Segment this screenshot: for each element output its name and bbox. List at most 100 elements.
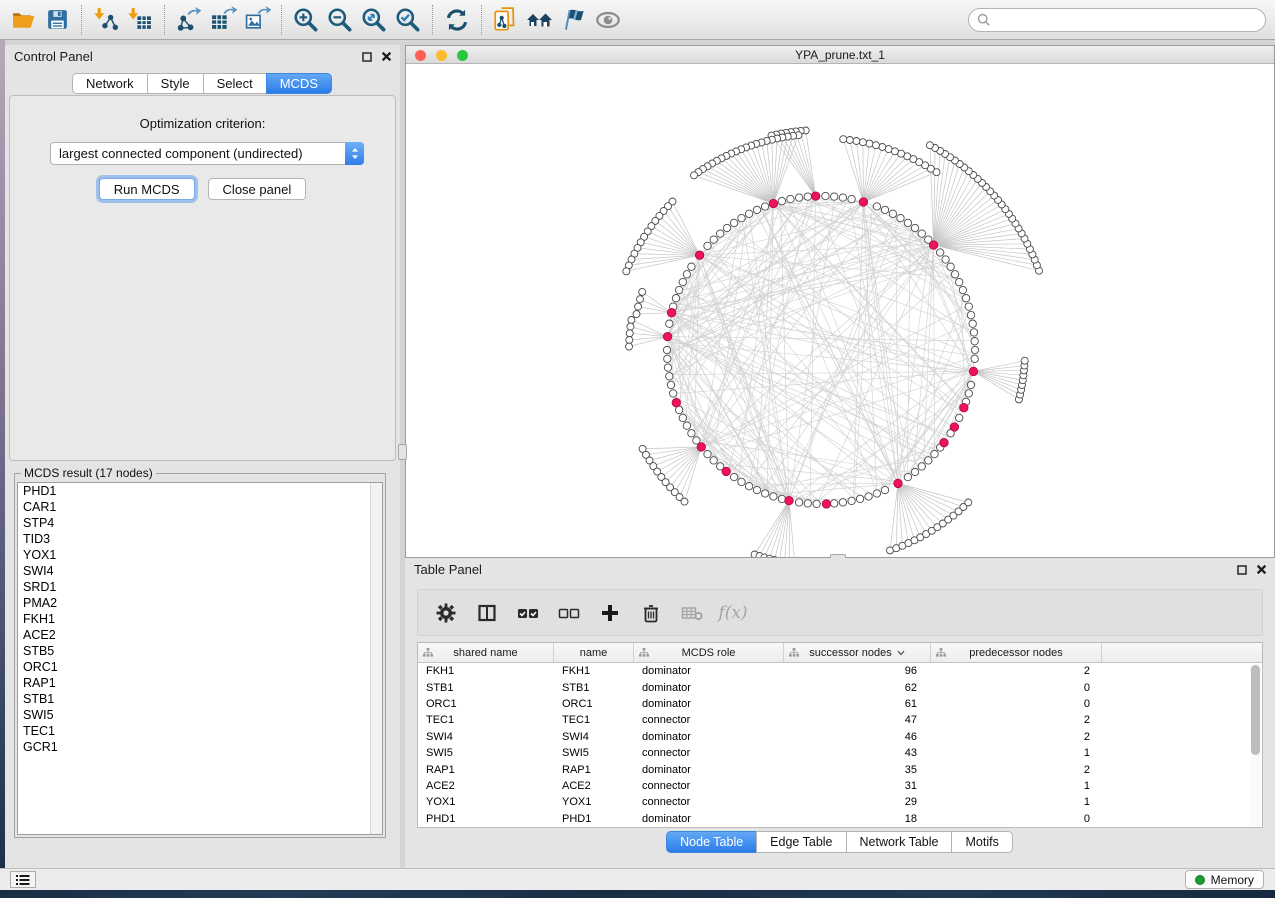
float-panel-icon[interactable] <box>1237 565 1247 575</box>
mcds-result-item[interactable]: STP4 <box>18 515 382 531</box>
network-node[interactable] <box>710 457 717 464</box>
export-image-button[interactable] <box>240 3 274 37</box>
column-header-MCDS-role[interactable]: MCDS role <box>634 643 784 662</box>
open-session-button[interactable] <box>6 3 40 37</box>
mcds-node[interactable] <box>667 309 675 317</box>
delete-table-button[interactable] <box>680 601 704 625</box>
vertical-splitter-handle[interactable] <box>398 444 407 460</box>
network-node[interactable] <box>730 219 737 226</box>
mcds-node[interactable] <box>960 404 968 412</box>
mcds-result-item[interactable]: GCR1 <box>18 739 382 755</box>
network-node[interactable] <box>691 172 698 179</box>
network-node[interactable] <box>795 194 802 201</box>
show-graphics-details-button[interactable] <box>591 3 625 37</box>
hide-graphics-details-button[interactable] <box>557 3 591 37</box>
save-session-button[interactable] <box>40 3 74 37</box>
minimize-window-button[interactable] <box>436 50 447 61</box>
network-node[interactable] <box>753 486 760 493</box>
network-node[interactable] <box>626 343 633 350</box>
network-node[interactable] <box>846 137 853 144</box>
network-node[interactable] <box>730 473 737 480</box>
network-canvas[interactable] <box>406 64 1274 557</box>
column-header-predecessor-nodes[interactable]: predecessor nodes <box>931 643 1102 662</box>
network-node[interactable] <box>745 210 752 217</box>
tab-node-table[interactable]: Node Table <box>666 831 757 853</box>
zoom-out-button[interactable] <box>323 3 357 37</box>
network-node[interactable] <box>840 136 847 143</box>
network-node[interactable] <box>904 473 911 480</box>
mcds-result-item[interactable]: SWI5 <box>18 707 382 723</box>
network-node[interactable] <box>969 320 976 327</box>
mcds-node[interactable] <box>929 241 937 249</box>
tab-mcds[interactable]: MCDS <box>266 73 332 94</box>
network-node[interactable] <box>970 329 977 336</box>
memory-button[interactable]: Memory <box>1185 870 1264 889</box>
table-row[interactable]: PHD1PHD1dominator180 <box>418 811 1262 827</box>
mcds-node[interactable] <box>894 479 902 487</box>
table-scrollbar[interactable] <box>1250 664 1261 826</box>
maximize-window-button[interactable] <box>457 50 468 61</box>
network-node[interactable] <box>664 364 671 371</box>
network-node[interactable] <box>965 303 972 310</box>
network-node[interactable] <box>637 296 644 303</box>
network-node[interactable] <box>866 140 873 147</box>
float-panel-icon[interactable] <box>362 52 372 62</box>
network-node[interactable] <box>853 138 860 145</box>
apply-layout-button[interactable] <box>440 3 474 37</box>
export-network-button[interactable] <box>172 3 206 37</box>
import-network-button[interactable] <box>89 3 123 37</box>
network-node[interactable] <box>956 278 963 285</box>
network-node[interactable] <box>635 303 642 310</box>
mcds-result-item[interactable]: TID3 <box>18 531 382 547</box>
network-window-titlebar[interactable]: YPA_prune.txt_1 <box>406 46 1274 64</box>
network-node[interactable] <box>627 323 634 330</box>
task-history-button[interactable] <box>10 871 36 888</box>
network-node[interactable] <box>679 278 686 285</box>
network-node[interactable] <box>688 263 695 270</box>
mcds-node[interactable] <box>672 399 680 407</box>
table-row[interactable]: TEC1TEC1connector472 <box>418 712 1262 728</box>
network-node[interactable] <box>859 139 866 146</box>
column-header-name[interactable]: name <box>554 643 634 662</box>
network-node[interactable] <box>745 483 752 490</box>
network-node[interactable] <box>881 206 888 213</box>
network-node[interactable] <box>942 256 949 263</box>
mcds-result-item[interactable]: STB5 <box>18 643 382 659</box>
network-node[interactable] <box>831 193 838 200</box>
network-node[interactable] <box>926 142 933 149</box>
network-node[interactable] <box>951 271 958 278</box>
network-node[interactable] <box>959 286 966 293</box>
network-node[interactable] <box>967 311 974 318</box>
network-node[interactable] <box>831 500 838 507</box>
network-node[interactable] <box>761 203 768 210</box>
column-header-successor-nodes[interactable]: successor nodes <box>784 643 931 662</box>
function-builder-button[interactable]: f(x) <box>721 601 745 625</box>
network-node[interactable] <box>623 268 630 275</box>
network-node[interactable] <box>839 499 846 506</box>
zoom-selected-button[interactable] <box>391 3 425 37</box>
network-node[interactable] <box>971 355 978 362</box>
network-node[interactable] <box>889 210 896 217</box>
mcds-result-item[interactable]: TEC1 <box>18 723 382 739</box>
network-node[interactable] <box>681 498 688 505</box>
mcds-node[interactable] <box>697 443 705 451</box>
network-node[interactable] <box>918 463 925 470</box>
network-node[interactable] <box>881 486 888 493</box>
network-node[interactable] <box>865 493 872 500</box>
network-node[interactable] <box>848 497 855 504</box>
network-node[interactable] <box>804 500 811 507</box>
network-node[interactable] <box>856 495 863 502</box>
tab-motifs[interactable]: Motifs <box>951 831 1012 853</box>
network-node[interactable] <box>683 271 690 278</box>
table-row[interactable]: FKH1FKH1dominator962 <box>418 663 1262 679</box>
network-node[interactable] <box>787 195 794 202</box>
criterion-dropdown[interactable]: largest connected component (undirected) <box>50 142 364 165</box>
network-node[interactable] <box>971 346 978 353</box>
mcds-result-item[interactable]: YOX1 <box>18 547 382 563</box>
table-row[interactable]: STB1STB1dominator620 <box>418 679 1262 695</box>
network-node[interactable] <box>710 236 717 243</box>
table-row[interactable]: ORC1ORC1dominator610 <box>418 696 1262 712</box>
mcds-node[interactable] <box>950 423 958 431</box>
close-panel-icon[interactable] <box>1256 564 1267 575</box>
network-node[interactable] <box>918 230 925 237</box>
